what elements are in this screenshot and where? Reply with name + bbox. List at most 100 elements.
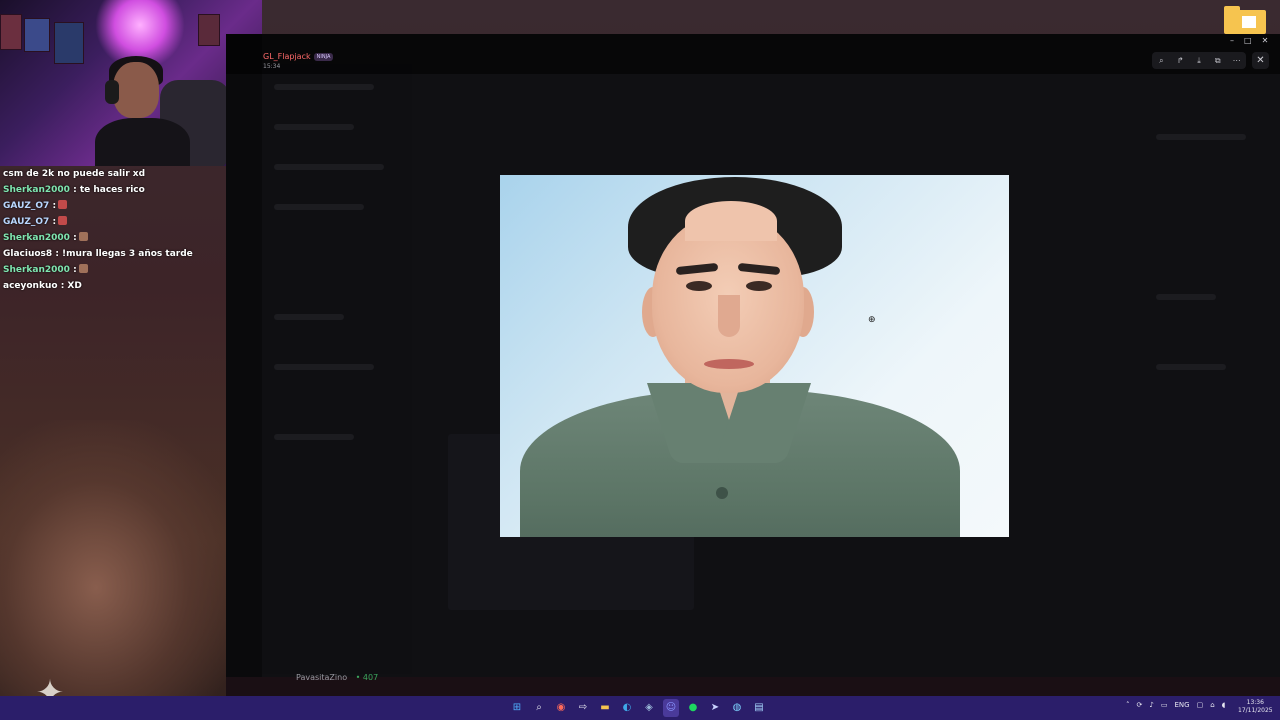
- zoom-cursor-icon: ⊕: [868, 315, 876, 325]
- sync-icon[interactable]: ⟳: [1137, 701, 1143, 709]
- portrait-eye: [746, 281, 772, 291]
- clock-date: 17/11/2025: [1238, 707, 1273, 714]
- clock-time: 13:36: [1246, 699, 1264, 706]
- zoom-icon[interactable]: ⌕: [1155, 55, 1167, 67]
- telegram-icon[interactable]: ➤: [707, 699, 723, 717]
- channel-placeholder: [274, 84, 374, 90]
- chat-text: : !mura llegas 3 años tarde: [55, 249, 193, 259]
- member-placeholder: [1156, 134, 1246, 140]
- emote-icon: [58, 200, 68, 209]
- chat-text: : te haces rico: [73, 185, 145, 195]
- emote-icon: [78, 264, 88, 273]
- spotify-icon[interactable]: ●: [685, 699, 701, 717]
- chat-text: csm de 2k no puede salir xd: [3, 169, 146, 179]
- poster: [24, 18, 50, 52]
- portrait-mouth: [704, 359, 754, 369]
- chat-message: Sherkan2000 : te haces rico: [0, 182, 228, 198]
- chat-message: GAUZ_O7 :: [0, 198, 228, 214]
- taskbar-clock[interactable]: 13:36 17/11/2025: [1238, 699, 1273, 715]
- chat-message: Glaciuos8 : !mura llegas 3 años tarde: [0, 246, 228, 262]
- poster: [198, 14, 220, 46]
- chat-text: :: [73, 265, 77, 275]
- portrait-button: [716, 487, 728, 499]
- chat-username[interactable]: aceyonkuo: [3, 281, 58, 291]
- channel-placeholder: [274, 164, 384, 170]
- chevron-up-icon[interactable]: ˄: [1126, 701, 1130, 709]
- chat-text: :: [52, 217, 57, 227]
- channel-list: [262, 64, 412, 674]
- discord-icon[interactable]: ☺: [663, 699, 679, 717]
- bottom-username: PavasitaZino: [296, 673, 348, 682]
- member-placeholder: [1156, 364, 1226, 370]
- keyboard-icon[interactable]: ▭: [1161, 701, 1168, 709]
- channel-placeholder: [274, 314, 344, 320]
- stream-chat: csm de 2k no puede salir xd Sherkan2000 :…: [0, 166, 228, 300]
- webcam-feed: [0, 0, 262, 166]
- minimize-icon[interactable]: –: [1230, 36, 1234, 45]
- streamer: [95, 56, 190, 166]
- download-icon[interactable]: ⤓: [1193, 55, 1205, 67]
- window-close-icon[interactable]: ✕: [1262, 36, 1269, 45]
- chat-message: Sherkan2000 :: [0, 262, 228, 278]
- chrome-icon[interactable]: ◉: [553, 699, 569, 717]
- headset-icon: [105, 80, 119, 104]
- portrait-eye: [686, 281, 712, 291]
- share-icon[interactable]: ↱: [1174, 55, 1186, 67]
- member-placeholder: [1156, 294, 1216, 300]
- chat-text: : XD: [60, 281, 82, 291]
- steam-icon[interactable]: ◈: [641, 699, 657, 717]
- chat-username[interactable]: Glaciuos8: [3, 249, 52, 259]
- media-icon[interactable]: ⇨: [575, 699, 591, 717]
- network-icon[interactable]: ⌂: [1210, 701, 1214, 709]
- chat-text: :: [73, 233, 77, 243]
- folder-icon[interactable]: ▬: [597, 699, 613, 717]
- portrait-forehead: [685, 201, 777, 241]
- viewed-image[interactable]: [500, 175, 1009, 537]
- close-viewer-button[interactable]: ✕: [1252, 52, 1269, 69]
- chat-username[interactable]: GAUZ_O7: [3, 217, 49, 227]
- stream-background-fog: [0, 420, 240, 700]
- system-tray: ˄ ⟳ ♪ ▭ ENG ▢ ⌂ ◖: [1126, 701, 1225, 709]
- streamer-torso: [95, 118, 190, 166]
- volume-icon[interactable]: ◖: [1222, 701, 1226, 709]
- emote-icon: [58, 216, 68, 225]
- streamer-head: [113, 62, 159, 118]
- channel-placeholder: [274, 204, 364, 210]
- channel-placeholder: [274, 364, 374, 370]
- portrait-nose: [718, 295, 740, 337]
- viewer-toolbar: ⌕ ↱ ⤓ ⧉ ⋯: [1152, 52, 1246, 69]
- chat-username[interactable]: Sherkan2000: [3, 185, 70, 195]
- more-icon[interactable]: ⋯: [1231, 55, 1243, 67]
- channel-placeholder: [274, 124, 354, 130]
- poster: [0, 14, 22, 50]
- chat-message: Sherkan2000 :: [0, 230, 228, 246]
- chat-message: csm de 2k no puede salir xd: [0, 166, 228, 182]
- role-badge: NINJA: [313, 53, 334, 61]
- language-indicator[interactable]: ENG: [1174, 701, 1189, 709]
- uploader-name[interactable]: GL_Flapjack NINJA: [263, 52, 334, 61]
- upload-time: 15:34: [263, 63, 281, 70]
- uploader-username: GL_Flapjack: [263, 52, 311, 61]
- folder-paper: [1242, 16, 1256, 28]
- viewer-overlay: [226, 34, 1280, 74]
- windows-icon[interactable]: ⊞: [509, 699, 525, 717]
- chat-message: aceyonkuo : XD: [0, 278, 228, 294]
- desktop-folder-icon[interactable]: [1224, 6, 1266, 34]
- poster: [54, 22, 84, 64]
- browser-icon[interactable]: ◍: [729, 699, 745, 717]
- discord-bottom-bar: [226, 677, 1280, 696]
- edge-icon[interactable]: ◐: [619, 699, 635, 717]
- notepad-icon[interactable]: ▤: [751, 699, 767, 717]
- chat-username[interactable]: Sherkan2000: [3, 233, 70, 243]
- mic-icon[interactable]: ♪: [1149, 701, 1153, 709]
- bottom-count: • 407: [355, 673, 379, 682]
- emote-icon: [78, 232, 88, 241]
- notification-icon[interactable]: ▢: [1197, 701, 1204, 709]
- chat-username[interactable]: GAUZ_O7: [3, 201, 49, 211]
- chat-message: GAUZ_O7 :: [0, 214, 228, 230]
- discord-bottom-user: PavasitaZino • 407: [296, 673, 378, 682]
- chat-username[interactable]: Sherkan2000: [3, 265, 70, 275]
- open-icon[interactable]: ⧉: [1212, 55, 1224, 67]
- maximize-icon[interactable]: □: [1244, 36, 1252, 45]
- search-icon[interactable]: ⌕: [531, 699, 547, 717]
